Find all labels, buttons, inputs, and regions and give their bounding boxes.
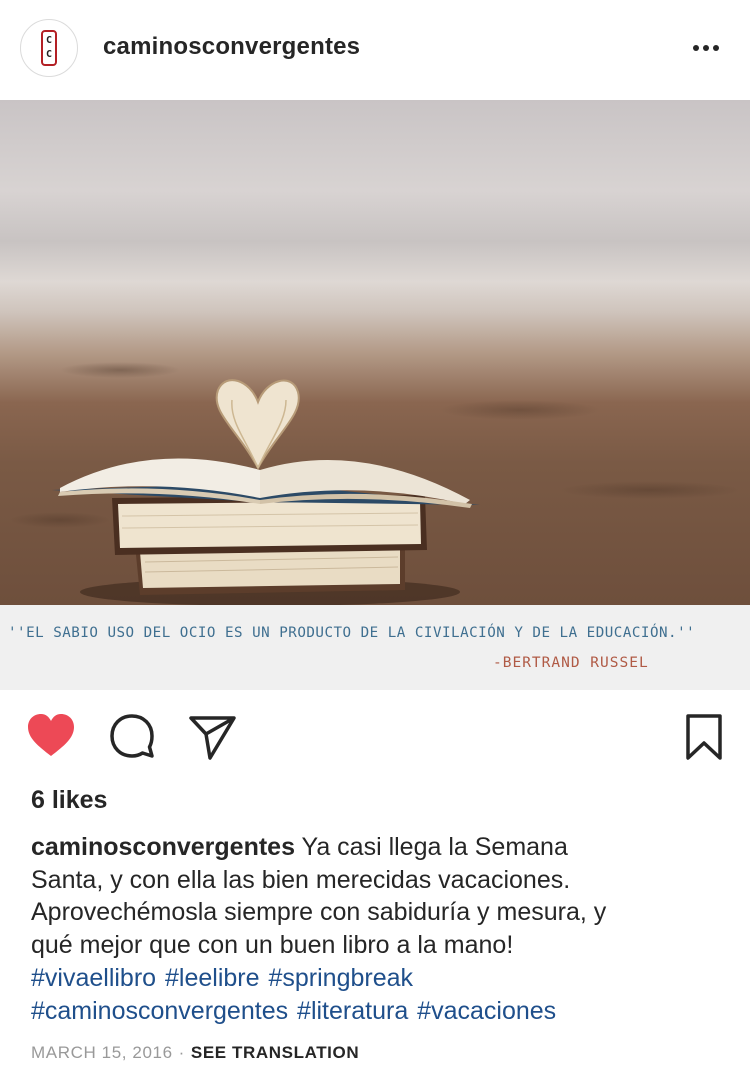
post-meta: MARCH 15, 2016 · SEE TRANSLATION	[31, 1043, 359, 1063]
action-bar	[0, 700, 750, 780]
caption: caminosconvergentes Ya casi llega la Sem…	[31, 831, 721, 961]
post-username[interactable]: caminosconvergentes	[103, 33, 360, 61]
caption-text-line-4: qué mejor que con un buen libro a la man…	[31, 930, 514, 959]
post-header: C C caminosconvergentes	[0, 0, 750, 100]
caption-text-line-2: Santa, y con ella las bien merecidas vac…	[31, 865, 571, 894]
hashtag-link[interactable]: #vacaciones	[417, 997, 556, 1025]
books-illustration	[52, 379, 480, 605]
likes-count[interactable]: 6 likes	[31, 786, 107, 815]
quote-author: -BERTRAND RUSSEL	[493, 655, 649, 671]
caption-username[interactable]: caminosconvergentes	[31, 833, 295, 861]
quote-band: ''EL SABIO USO DEL OCIO ES UN PRODUCTO D…	[0, 605, 750, 690]
post-image[interactable]: ''EL SABIO USO DEL OCIO ES UN PRODUCTO D…	[0, 100, 750, 690]
heart-icon[interactable]	[26, 712, 76, 762]
avatar-logo: C C	[41, 30, 57, 66]
hashtag-link[interactable]: #springbreak	[268, 964, 413, 992]
caption-text-line-3: Aprovechémosla siempre con sabiduría y m…	[31, 898, 607, 926]
caption-text-line-1: Ya casi llega la Semana	[295, 833, 568, 861]
avatar[interactable]: C C	[20, 19, 78, 77]
see-translation-link[interactable]: SEE TRANSLATION	[191, 1043, 359, 1062]
hashtag-link[interactable]: #vivaellibro	[31, 964, 156, 992]
hashtag-link[interactable]: #leelibre	[165, 964, 260, 992]
quote-text: ''EL SABIO USO DEL OCIO ES UN PRODUCTO D…	[8, 625, 696, 641]
send-icon[interactable]	[188, 712, 238, 762]
hashtag-link[interactable]: #literatura	[297, 997, 408, 1025]
meta-separator: ·	[178, 1043, 185, 1062]
post-date: MARCH 15, 2016	[31, 1043, 173, 1062]
comment-icon[interactable]	[108, 712, 158, 762]
bookmark-icon[interactable]	[680, 712, 730, 762]
more-icon[interactable]	[690, 40, 722, 56]
hashtags: #vivaellibro #leelibre #springbreak #cam…	[31, 962, 731, 1027]
hashtag-link[interactable]: #caminosconvergentes	[31, 997, 288, 1025]
